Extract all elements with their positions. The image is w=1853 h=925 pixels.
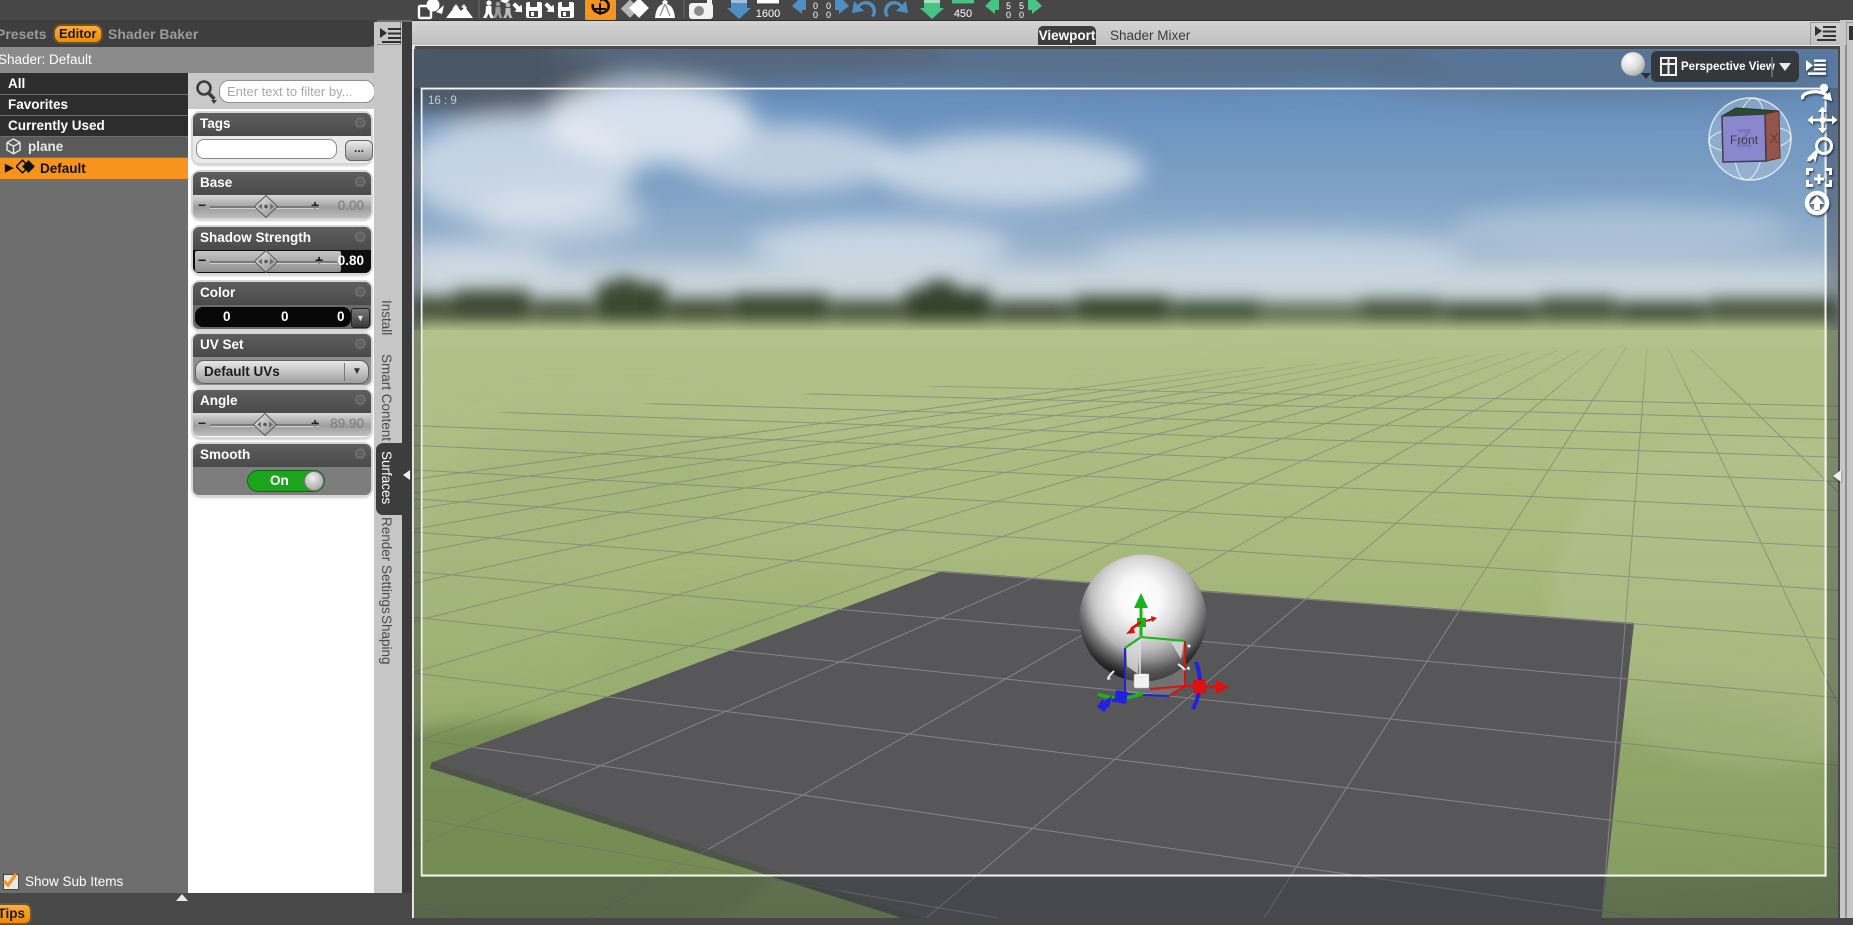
svg-text:450: 450	[954, 8, 972, 20]
svg-text:0: 0	[826, 10, 831, 20]
svg-text:X: X	[1769, 130, 1779, 146]
svg-text:1600: 1600	[756, 8, 780, 20]
svg-text:0: 0	[813, 10, 818, 20]
svg-text:16 : 9: 16 : 9	[428, 95, 457, 107]
svg-text:0: 0	[1006, 10, 1011, 20]
svg-text:0: 0	[1019, 10, 1024, 20]
svg-text:Perspective View: Perspective View	[1681, 61, 1775, 73]
svg-text:Front: Front	[1730, 133, 1759, 147]
